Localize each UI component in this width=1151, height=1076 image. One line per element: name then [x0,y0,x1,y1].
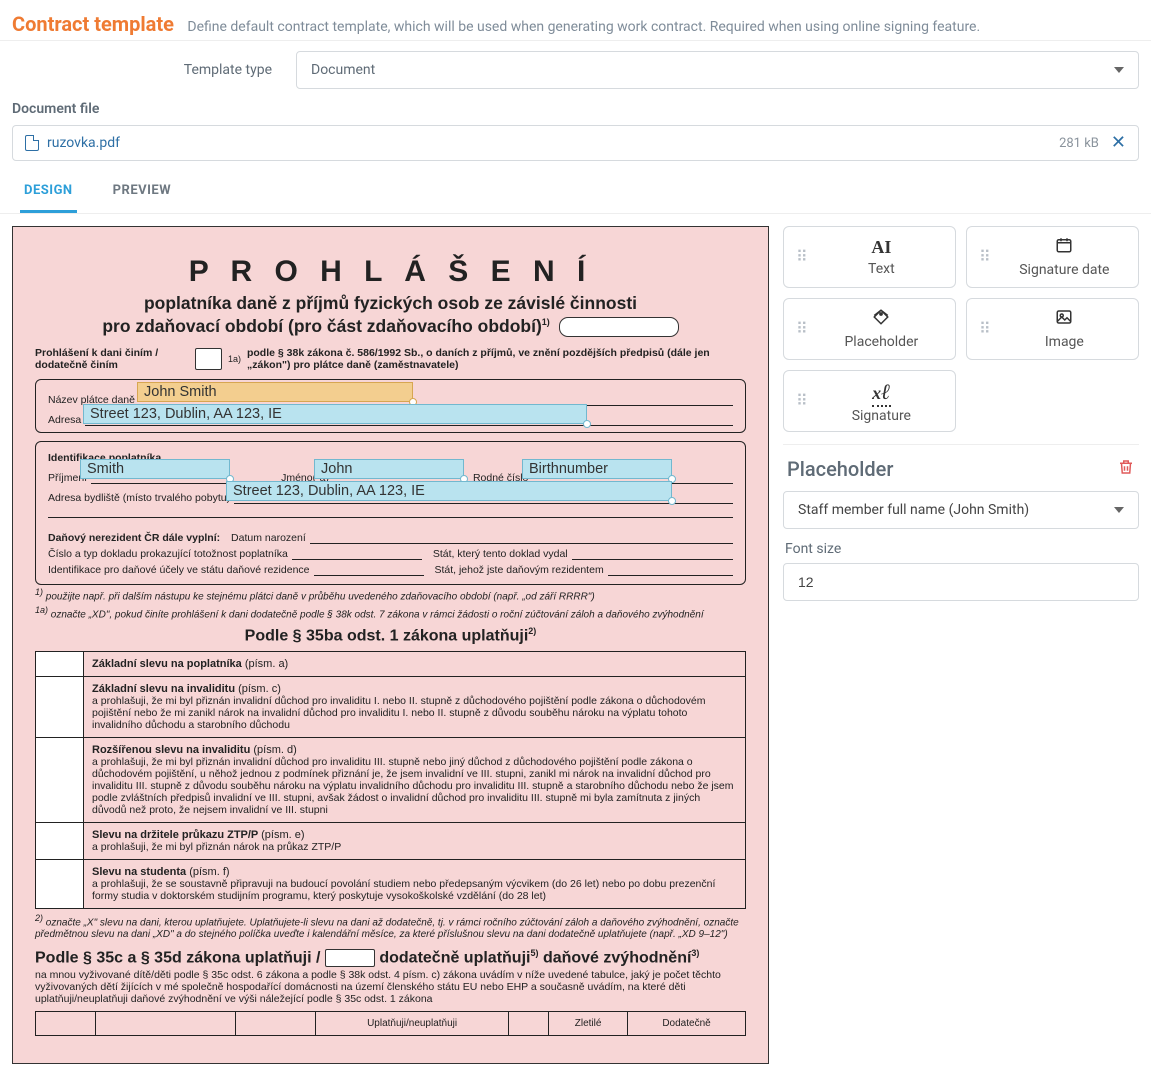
payer-box: Název plátce daně Adresa John Smith Stre… [35,379,746,433]
tag-icon [871,308,891,331]
table-row: Slevu na studenta (písm. f)a prohlašuji,… [36,860,746,909]
chevron-down-icon [1114,67,1124,73]
drag-handle-icon: ⠿ [979,326,993,332]
page-subtitle: Define default contract template, which … [187,19,980,35]
table-row: Slevu na držitele průkazu ZTP/P (písm. e… [36,823,746,860]
drag-handle-icon: ⠿ [796,326,810,332]
sec-35c-title: Podle § 35c a § 35d zákona uplatňuji / d… [35,948,746,967]
table-row: Rozšířenou slevu na invaliditu (písm. d)… [36,738,746,823]
section-header: Contract template Define default contrac… [0,0,1151,41]
document-file-label: Document file [0,99,1151,119]
placeholder-panel: Placeholder Staff member full name (John… [783,444,1139,601]
template-type-label: Template type [12,62,272,78]
tool-signature-date[interactable]: ⠿ Signature date [966,226,1139,288]
tabs: DESIGN PREVIEW [0,171,1151,214]
doc-sub1: poplatníka daně z příjmů fyzických osob … [35,293,746,314]
chevron-down-icon [1114,507,1124,513]
tool-palette: ⠿ AIText ⠿ Signature date ⠿ Placeholder [783,226,1139,432]
calendar-icon [1054,236,1074,259]
table-row: Základní slevu na poplatníka (písm. a) [36,652,746,677]
tab-preview[interactable]: PREVIEW [109,171,176,213]
document-file-box: ruzovka.pdf 281 kB ✕ [12,125,1139,161]
text-icon: AI [871,237,891,258]
footnote-2: 2) označte „X" slevu na dani, kterou upl… [35,913,746,939]
placeholder-address[interactable]: Street 123, Dublin, AA 123, IE [83,404,587,424]
tool-text[interactable]: ⠿ AIText [783,226,956,288]
taxpayer-box: Identifikace poplatníka Příjmení Jméno(-… [35,441,746,585]
placeholder-select-value: Staff member full name (John Smith) [798,502,1029,518]
placeholder-birthnumber[interactable]: Birthnumber [522,459,672,479]
signature-icon: xℓ [872,379,890,405]
table-35c: Uplatňuji/neuplatňuji Zletilé Dodatečně [35,1011,746,1036]
drag-handle-icon: ⠿ [979,254,993,260]
doc-title: P R O H L Á Š E N Í [35,255,746,289]
footnote-1: 1) použijte např. při dalším nástupu ke … [35,587,746,602]
page-title: Contract template [12,12,174,36]
image-icon [1054,308,1074,331]
file-icon [25,135,39,151]
fontsize-input[interactable] [783,563,1139,601]
sec-35ba-title: Podle § 35ba odst. 1 zákona uplatňuji2) [35,626,746,645]
placeholder-address-2[interactable]: Street 123, Dublin, AA 123, IE [226,481,672,501]
template-type-value: Document [311,62,375,78]
drag-handle-icon: ⠿ [796,398,810,404]
tab-design[interactable]: DESIGN [20,171,77,213]
document-canvas[interactable]: P R O H L Á Š E N Í poplatníka daně z př… [12,226,769,1064]
document-file-name[interactable]: ruzovka.pdf [47,135,120,151]
doc-sub2: pro zdaňovací období (pro část zdaňovací… [35,316,746,337]
tool-placeholder[interactable]: ⠿ Placeholder [783,298,956,360]
placeholder-fullname[interactable]: John Smith [137,382,413,402]
sec-35c-body: na mnou vyživované dítě/děti podle § 35c… [35,969,746,1005]
placeholder-select[interactable]: Staff member full name (John Smith) [783,491,1139,529]
fontsize-label: Font size [785,541,1137,557]
decl-line: Prohlášení k dani činím / dodatečně činí… [35,347,189,371]
table-row: Základní slevu na invaliditu (písm. c)a … [36,677,746,738]
footnote-1a: 1a) označte „XD", pokud činíte prohlášen… [35,605,746,620]
decl-law: podle § 38k zákona č. 586/1992 Sb., o da… [247,347,746,371]
template-type-select[interactable]: Document [296,51,1139,89]
delete-button[interactable] [1117,458,1135,480]
panel-title: Placeholder [787,457,893,481]
table-35ba: Základní slevu na poplatníka (písm. a)Zá… [35,651,746,909]
document-file-size: 281 kB [1059,136,1099,151]
remove-file-button[interactable]: ✕ [1111,134,1126,152]
placeholder-surname[interactable]: Smith [80,459,230,479]
tool-signature[interactable]: ⠿ xℓSignature [783,370,956,432]
trash-icon [1117,458,1135,476]
placeholder-firstname[interactable]: John [314,459,464,479]
drag-handle-icon: ⠿ [796,254,810,260]
tool-image[interactable]: ⠿ Image [966,298,1139,360]
